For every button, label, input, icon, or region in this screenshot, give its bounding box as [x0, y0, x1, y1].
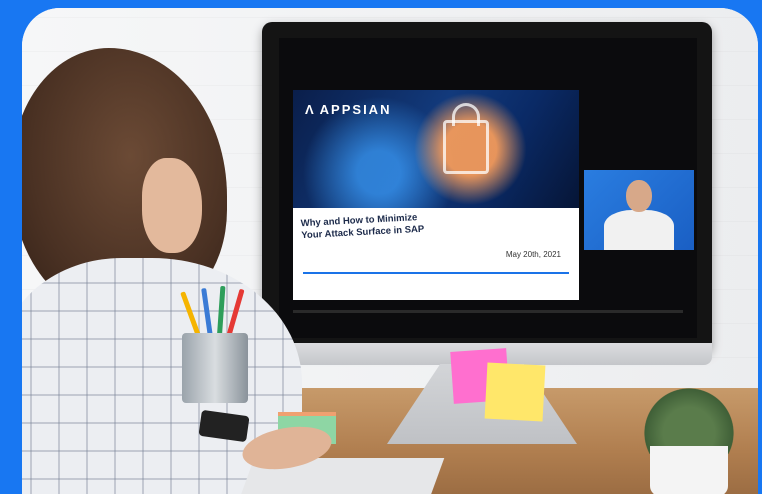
- woman-face: [142, 158, 202, 253]
- speaker-body: [604, 210, 674, 250]
- lock-icon: [443, 103, 489, 174]
- brand-name: APPSIAN: [319, 102, 392, 117]
- slide-hero-image: Λ APPSIAN: [293, 90, 579, 208]
- presentation-slide: Λ APPSIAN Why and How to Minimize Your A…: [293, 90, 579, 300]
- brand-mark-icon: Λ: [305, 102, 316, 117]
- succulent-plant: [634, 384, 744, 454]
- brand-logo: Λ APPSIAN: [305, 102, 391, 117]
- slide-title: Why and How to Minimize Your Attack Surf…: [300, 210, 461, 242]
- sticky-note-yellow: [484, 362, 546, 422]
- monitor-screen: Λ APPSIAN Why and How to Minimize Your A…: [279, 38, 697, 338]
- video-progress-bar[interactable]: [293, 310, 683, 313]
- photo-frame: Λ APPSIAN Why and How to Minimize Your A…: [22, 8, 758, 494]
- speaker-video: [584, 170, 694, 250]
- slide-date: May 20th, 2021: [505, 250, 561, 259]
- pencil-cup: [182, 333, 248, 403]
- plant-pot: [650, 446, 728, 494]
- speaker-head: [626, 180, 652, 212]
- slide-divider: [303, 272, 569, 274]
